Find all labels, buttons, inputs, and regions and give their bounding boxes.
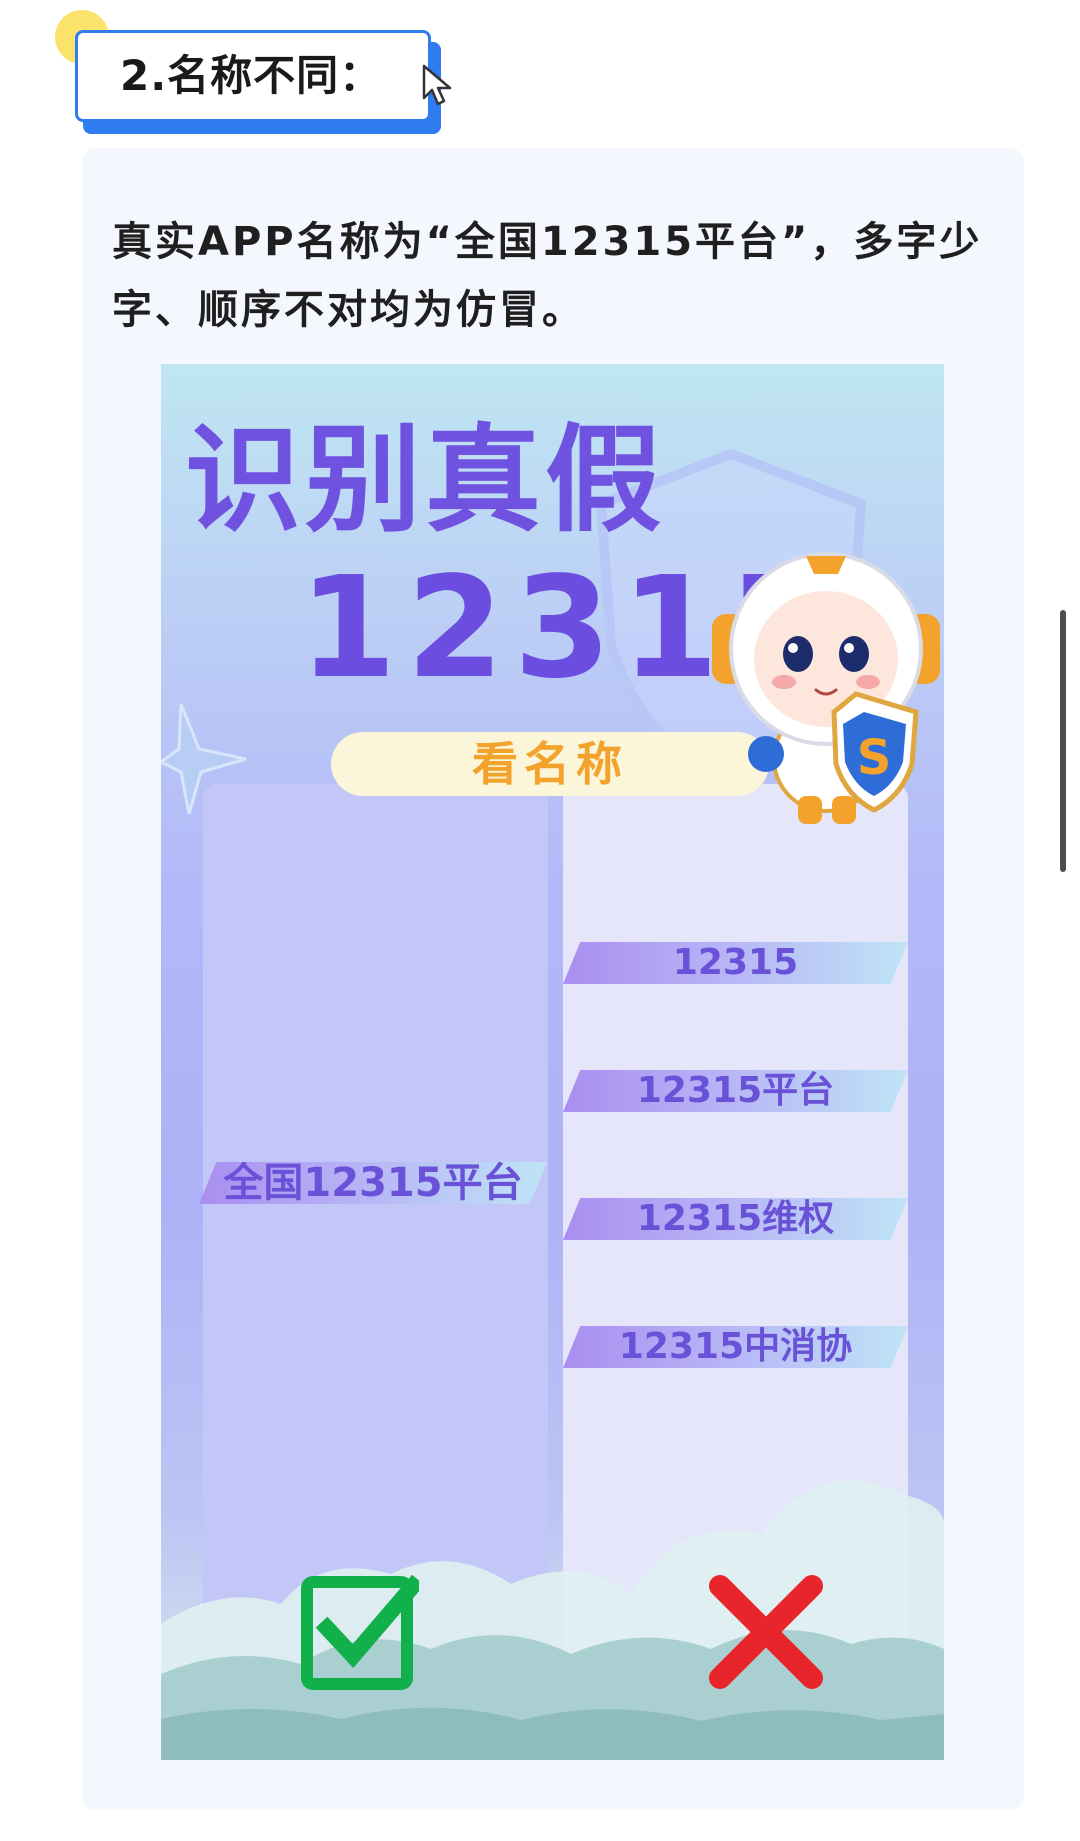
page-scrollbar[interactable] [1060, 610, 1066, 872]
mascot-astronaut: S [712, 552, 940, 824]
shield-badge-letter: S [857, 730, 892, 786]
real-name-label: 全国12315平台 [199, 1162, 547, 1204]
cursor-icon [422, 64, 452, 106]
content-card: 真实APP名称为“全国12315平台”，多字少字、顺序不对均为仿冒。 识别真假 … [82, 148, 1024, 1810]
fake-name-label: 12315中消协 [563, 1326, 908, 1368]
cross-icon [709, 1575, 823, 1689]
fake-name-label: 12315 [563, 942, 908, 984]
poster-image: 识别真假 12315 看名称 全国12315平台 12315 12315平台 1… [161, 364, 944, 1760]
clouds-decoration [161, 1480, 944, 1760]
fake-name-label: 12315平台 [563, 1070, 908, 1112]
check-icon [301, 1574, 419, 1690]
poster-title: 识别真假 [185, 413, 665, 548]
subtitle-pill: 看名称 [331, 732, 769, 796]
description-text: 真实APP名称为“全国12315平台”，多字少字、顺序不对均为仿冒。 [112, 219, 983, 333]
section-header: 2.名称不同： [75, 30, 431, 122]
section-title: 2.名称不同： [120, 51, 383, 100]
fake-name-label: 12315维权 [563, 1198, 908, 1240]
